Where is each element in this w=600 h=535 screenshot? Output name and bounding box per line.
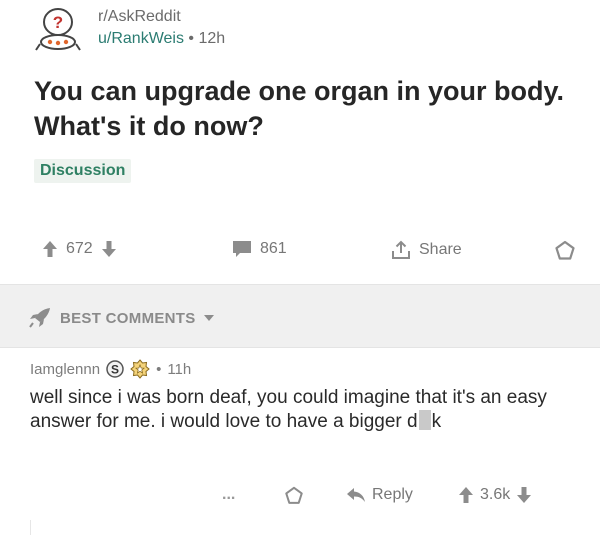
post-score: 672 [66, 240, 93, 257]
save-icon [555, 240, 575, 260]
silver-award-icon: S [106, 360, 124, 378]
downvote-icon[interactable] [516, 486, 532, 504]
reply-button[interactable]: Reply [346, 486, 413, 504]
save-icon [285, 486, 303, 504]
comment-separator: • [156, 360, 162, 378]
post-actions: 672 861 Share [34, 236, 579, 270]
comment-age: 11h [167, 360, 192, 378]
subreddit-avatar-icon[interactable]: ? [34, 6, 82, 52]
comment-author[interactable]: Iamglennn [30, 361, 100, 378]
chevron-down-icon [203, 315, 214, 321]
post-flair[interactable]: Discussion [34, 159, 132, 183]
comment-vote-group: 3.6k [458, 486, 532, 504]
save-button[interactable] [554, 240, 576, 262]
comment-text: well since i was born deaf, you could im… [30, 387, 547, 432]
comment: Iamglennn S • 11h well since i was born … [30, 358, 578, 434]
censor-block [418, 410, 431, 430]
post-age: 12h [198, 30, 226, 47]
comment-body: well since i was born deaf, you could im… [30, 386, 578, 434]
comment-count: 861 [260, 240, 287, 257]
reply-label: Reply [372, 486, 413, 503]
author-line: u/RankWeis • 12h [98, 28, 225, 50]
comment-text-end: k [431, 411, 442, 432]
author-link[interactable]: u/RankWeis [98, 30, 184, 47]
comment-actions: ... Reply 3.6k [222, 484, 572, 510]
upvote-icon[interactable] [458, 486, 474, 504]
svg-text:?: ? [53, 13, 63, 32]
post-header: ? r/AskReddit u/RankWeis • 12h [34, 4, 574, 56]
comment-score: 3.6k [480, 486, 511, 503]
more-icon: ... [222, 486, 236, 503]
svg-text:S: S [111, 363, 119, 377]
rocket-icon [29, 308, 50, 328]
share-label: Share [419, 241, 462, 258]
comment-meta: Iamglennn S • 11h [30, 358, 578, 380]
post-meta: r/AskReddit u/RankWeis • 12h [98, 6, 225, 50]
sort-selector[interactable]: BEST COMMENTS [28, 307, 214, 329]
post-title[interactable]: You can upgrade one organ in your body. … [34, 74, 574, 144]
upvote-icon[interactable] [42, 240, 58, 258]
comments-sort-bar: BEST COMMENTS [0, 284, 600, 348]
sort-label: BEST COMMENTS [60, 309, 196, 327]
comments-button[interactable]: 861 [232, 240, 287, 258]
gold-award-icon [130, 359, 150, 379]
comment-icon [233, 241, 251, 257]
meta-separator: • [188, 30, 195, 47]
more-button[interactable]: ... [222, 486, 235, 504]
thread-line [30, 520, 31, 535]
share-icon [392, 240, 410, 259]
post-vote-group: 672 [42, 240, 117, 258]
comment-save-button[interactable] [284, 486, 304, 506]
share-button[interactable]: Share [391, 240, 462, 260]
reply-icon [347, 488, 365, 502]
downvote-icon[interactable] [101, 240, 117, 258]
subreddit-link[interactable]: r/AskReddit [98, 6, 225, 28]
